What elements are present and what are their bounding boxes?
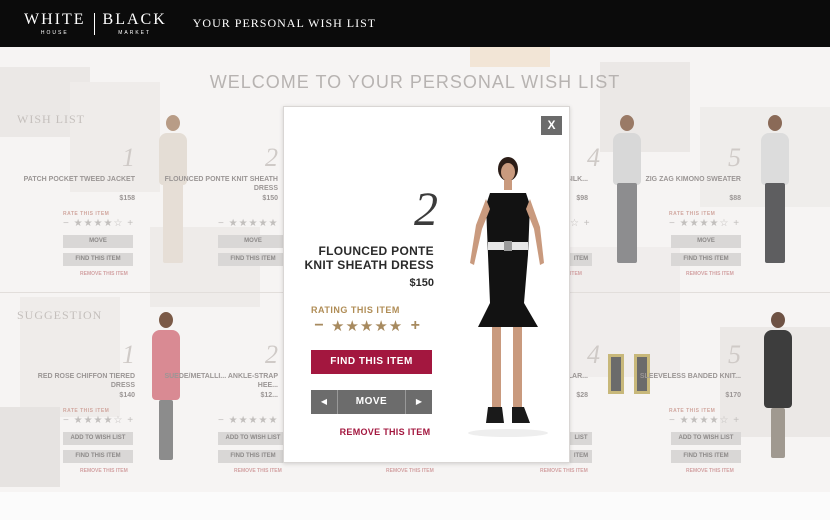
card-find-button[interactable]: FIND THIS ITEM: [218, 253, 288, 266]
card-product-name: ZIG ZAG KIMONO SWEATER: [645, 176, 741, 183]
card-rating-stars[interactable]: ☆ +: [570, 218, 591, 229]
card-price: $158: [119, 195, 135, 202]
card-rating-stars[interactable]: − ★★★★☆ +: [63, 415, 134, 426]
logo-white-house: WHITE HOUSE: [24, 10, 86, 36]
card-remove-link[interactable]: REMOVE THIS ITEM: [686, 468, 734, 474]
modal-rating-control: − ★★★★★ +: [311, 317, 423, 335]
move-control: ◀ MOVE ▶: [311, 390, 432, 414]
card-find-button[interactable]: FIND THIS ITEM: [218, 450, 288, 463]
modal-product-price: $150: [409, 277, 434, 289]
card-product-name: RED ROSE CHIFFON TIERED DRESS: [37, 373, 135, 389]
suggestion-section-label: SUGGESTION: [17, 308, 103, 322]
card-rating-label: RATE THIS ITEM: [669, 408, 716, 414]
card-rating-label: RATE THIS ITEM: [669, 211, 716, 217]
card-move-button[interactable]: MOVE: [218, 235, 288, 248]
middle-remove-link[interactable]: REMOVE THIS ITEM: [386, 468, 434, 474]
card-rating-stars[interactable]: − ★★★★☆ +: [669, 218, 740, 229]
card-remove-link[interactable]: REMOVE THIS ITEM: [686, 271, 734, 277]
card-product-name: FLOUNCED PONTE KNIT SHEATH DRESS: [164, 176, 278, 192]
move-right-arrow-icon[interactable]: ▶: [406, 390, 432, 414]
move-left-arrow-icon[interactable]: ◀: [311, 390, 337, 414]
product-photo-black-dress[interactable]: [755, 312, 801, 462]
wishlist-card-1: 1 PATCH POCKET TWEED JACKET $158 RATE TH…: [10, 143, 170, 303]
card-price: $170: [725, 392, 741, 399]
card-number: 5: [728, 143, 741, 172]
card-rating-stars[interactable]: − ★★★★☆ +: [63, 218, 134, 229]
find-this-item-button[interactable]: FIND THIS ITEM: [311, 350, 432, 374]
card-add-to-wishlist-button[interactable]: ADD TO WISH LIST: [218, 432, 288, 445]
card-find-button[interactable]: ITEM: [570, 253, 592, 266]
card-number: 2: [265, 143, 278, 172]
card-remove-link[interactable]: REMOVE THIS ITEM: [80, 271, 128, 277]
brand-logo[interactable]: WHITE HOUSE BLACK MARKET: [24, 10, 167, 36]
rating-plus-button[interactable]: +: [407, 317, 423, 335]
suggestion-card-5: 5 SLEEVELESS BANDED KNIT... $170 RATE TH…: [616, 340, 776, 500]
logo-sub-house: HOUSE: [40, 29, 69, 36]
card-product-name: SLEEVELESS BANDED KNIT...: [639, 373, 741, 380]
card-find-button[interactable]: FIND THIS ITEM: [671, 253, 741, 266]
card-number: 1: [122, 143, 135, 172]
logo-sub-market: MARKET: [118, 29, 152, 36]
card-product-name: SUEDE/METALLI... ANKLE-STRAP HEE...: [164, 373, 278, 389]
wishlist-page: WHITE HOUSE BLACK MARKET YOUR PERSONAL W…: [0, 0, 830, 520]
card-price: $88: [729, 195, 741, 202]
card-find-button[interactable]: ITEM: [570, 450, 592, 463]
card-add-to-wishlist-button[interactable]: ADD TO WISH LIST: [63, 432, 133, 445]
card-price: $150: [262, 195, 278, 202]
move-button[interactable]: MOVE: [337, 390, 406, 414]
welcome-heading: WELCOME TO YOUR PERSONAL WISH LIST: [209, 72, 621, 92]
logo-word-white: WHITE: [24, 10, 86, 28]
card-number: 1: [122, 340, 135, 369]
modal-rating-label: RATING THIS ITEM: [311, 305, 400, 315]
header-title: YOUR PERSONAL WISH LIST: [192, 16, 377, 30]
modal-product-name: FLOUNCED PONTE KNIT SHEATH DRESS: [304, 244, 434, 272]
card-find-button[interactable]: FIND THIS ITEM: [63, 253, 133, 266]
product-detail-modal: X 2 FLOUNCED PONTE KNIT SHEATH DRESS $15…: [283, 106, 570, 463]
card-add-to-wishlist-button[interactable]: ADD TO WISH LIST: [671, 432, 741, 445]
modal-item-number: 2: [414, 183, 438, 236]
close-button[interactable]: X: [541, 116, 562, 135]
site-header: WHITE HOUSE BLACK MARKET YOUR PERSONAL W…: [0, 0, 830, 47]
card-product-name: PATCH POCKET TWEED JACKET: [23, 176, 135, 183]
modal-product-photo: [468, 157, 548, 437]
card-rating-label: RATE THIS ITEM: [63, 408, 110, 414]
card-remove-link[interactable]: REMOVE THIS ITEM: [234, 468, 282, 474]
rating-minus-button[interactable]: −: [311, 317, 327, 335]
card-remove-link[interactable]: ITEM: [570, 271, 582, 277]
card-price: $12...: [260, 392, 278, 399]
logo-word-black: BLACK: [102, 10, 167, 28]
card-number: 5: [728, 340, 741, 369]
logo-divider: [93, 12, 95, 35]
card-rating-stars[interactable]: − ★★★★★: [218, 415, 278, 426]
card-add-to-wishlist-button[interactable]: LIST: [570, 432, 592, 445]
rating-stars[interactable]: ★★★★★: [331, 317, 403, 335]
remove-this-item-link[interactable]: REMOVE THIS ITEM: [311, 427, 459, 437]
card-rating-stars[interactable]: − ★★★★☆ +: [669, 415, 740, 426]
card-price: $140: [119, 392, 135, 399]
card-remove-link[interactable]: REMOVE THIS ITEM: [80, 468, 128, 474]
card-move-button[interactable]: MOVE: [63, 235, 133, 248]
card-number: 2: [265, 340, 278, 369]
wishlist-section-label: WISH LIST: [17, 112, 85, 126]
card-rating-stars[interactable]: − ★★★★★: [218, 218, 278, 229]
product-photo-sweater[interactable]: [752, 115, 798, 265]
card-find-button[interactable]: FIND THIS ITEM: [63, 450, 133, 463]
card-move-button[interactable]: MOVE: [671, 235, 741, 248]
card-find-button[interactable]: FIND THIS ITEM: [671, 450, 741, 463]
logo-black-market: BLACK MARKET: [102, 10, 167, 36]
card-remove-link[interactable]: REMOVE THIS ITEM: [540, 468, 588, 474]
card-rating-label: RATE THIS ITEM: [63, 211, 110, 217]
